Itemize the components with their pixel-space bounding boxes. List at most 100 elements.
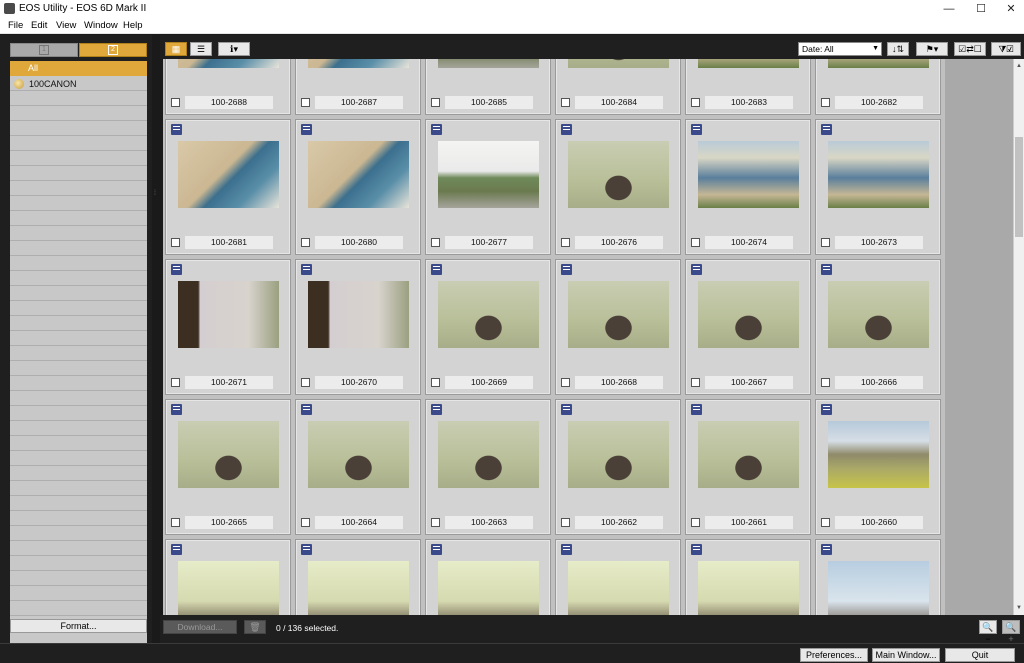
maximize-button[interactable]: ☐ [966, 0, 996, 18]
scrollbar-thumb[interactable] [1015, 137, 1023, 237]
thumbnail-cell[interactable]: 100-2674 [685, 119, 811, 255]
splitter-grip-icon[interactable]: ⁞ [154, 190, 158, 200]
thumbnail-cell[interactable]: 100-2688 [165, 59, 291, 115]
scroll-down-icon[interactable]: ▼ [1014, 603, 1024, 613]
trash-icon[interactable]: 🗑 [244, 620, 266, 634]
thumbnail-cell[interactable]: 100-2668 [555, 259, 681, 395]
thumbnail-checkbox[interactable] [821, 378, 830, 387]
thumbnail-checkbox[interactable] [691, 378, 700, 387]
card-slot-1-tab[interactable]: 1 [10, 43, 78, 57]
thumbnail-cell[interactable] [685, 539, 811, 615]
thumbnail-cell[interactable]: 100-2664 [295, 399, 421, 535]
thumbnail-cell[interactable]: 100-2687 [295, 59, 421, 115]
thumbnail-image[interactable] [438, 141, 539, 208]
thumbnail-image[interactable] [308, 59, 409, 68]
thumbnail-checkbox[interactable] [691, 238, 700, 247]
thumbnail-checkbox[interactable] [171, 238, 180, 247]
thumbnail-cell[interactable] [295, 539, 421, 615]
vertical-scrollbar[interactable]: ▲ ▼ [1013, 59, 1024, 615]
thumbnail-cell[interactable] [165, 539, 291, 615]
thumbnail-image[interactable] [568, 421, 669, 488]
info-button[interactable]: ℹ▾ [218, 42, 250, 56]
thumbnail-image[interactable] [568, 281, 669, 348]
thumbnail-image[interactable] [308, 141, 409, 208]
menu-view[interactable]: View [56, 20, 76, 31]
thumbnail-cell[interactable]: 100-2682 [815, 59, 941, 115]
zoom-in-icon[interactable]: 🔍+ [1002, 620, 1020, 644]
thumbnail-cell[interactable]: 100-2673 [815, 119, 941, 255]
folder-100canon[interactable]: 100CANON [10, 77, 147, 92]
thumbnail-image[interactable] [178, 281, 279, 348]
thumbnail-checkbox[interactable] [171, 518, 180, 527]
thumbnail-image[interactable] [698, 281, 799, 348]
thumbnail-image[interactable] [828, 59, 929, 68]
thumbnail-cell[interactable]: 100-2676 [555, 119, 681, 255]
zoom-out-icon[interactable]: 🔍− [979, 620, 997, 644]
thumbnail-checkbox[interactable] [301, 518, 310, 527]
thumbnail-image[interactable] [438, 281, 539, 348]
filter-button[interactable]: ⧩☑ [991, 42, 1021, 56]
thumbnail-cell[interactable]: 100-2662 [555, 399, 681, 535]
close-button[interactable]: ✕ [996, 0, 1024, 18]
thumbnail-cell[interactable]: 100-2666 [815, 259, 941, 395]
thumbnail-cell[interactable]: 100-2681 [165, 119, 291, 255]
thumbnail-image[interactable] [178, 561, 279, 615]
download-button[interactable]: Download... [163, 620, 237, 634]
thumbnail-image[interactable] [438, 59, 539, 68]
thumbnail-checkbox[interactable] [561, 238, 570, 247]
thumbnail-checkbox[interactable] [301, 378, 310, 387]
thumbnail-checkbox[interactable] [821, 98, 830, 107]
sort-select[interactable]: Date: All ▼ [798, 42, 882, 56]
thumbnail-image[interactable] [698, 561, 799, 615]
thumbnail-checkbox[interactable] [171, 378, 180, 387]
thumbnail-checkbox[interactable] [691, 518, 700, 527]
thumbnail-checkbox[interactable] [301, 98, 310, 107]
thumbnail-cell[interactable]: 100-2685 [425, 59, 551, 115]
thumbnail-cell[interactable]: 100-2683 [685, 59, 811, 115]
thumbnail-image[interactable] [178, 59, 279, 68]
thumbnail-cell[interactable]: 100-2677 [425, 119, 551, 255]
menu-edit[interactable]: Edit [31, 20, 47, 31]
thumbnail-image[interactable] [828, 421, 929, 488]
thumbnail-cell[interactable]: 100-2667 [685, 259, 811, 395]
thumbnail-checkbox[interactable] [431, 98, 440, 107]
thumbnail-checkbox[interactable] [301, 238, 310, 247]
quit-button[interactable]: Quit [945, 648, 1015, 662]
thumbnail-image[interactable] [178, 141, 279, 208]
format-button[interactable]: Format... [10, 619, 147, 633]
thumbnail-image[interactable] [308, 561, 409, 615]
menu-window[interactable]: Window [84, 20, 118, 31]
thumbnail-cell[interactable]: 100-2684 [555, 59, 681, 115]
thumbnail-image[interactable] [438, 421, 539, 488]
thumbnail-cell[interactable]: 100-2663 [425, 399, 551, 535]
sort-order-button[interactable]: ↓⇅ [887, 42, 909, 56]
thumbnail-cell[interactable]: 100-2660 [815, 399, 941, 535]
thumbnail-image[interactable] [178, 421, 279, 488]
thumbnail-checkbox[interactable] [171, 98, 180, 107]
thumbnail-image[interactable] [308, 281, 409, 348]
main-window-button[interactable]: Main Window... [872, 648, 940, 662]
list-view-button[interactable]: ☰ [190, 42, 212, 56]
thumbnail-checkbox[interactable] [431, 378, 440, 387]
thumbnail-image[interactable] [828, 281, 929, 348]
thumbnail-cell[interactable]: 100-2671 [165, 259, 291, 395]
thumbnail-cell[interactable]: 100-2665 [165, 399, 291, 535]
thumbnail-checkbox[interactable] [561, 378, 570, 387]
folder-all[interactable]: All [10, 61, 147, 76]
card-slot-2-tab[interactable]: 2 [79, 43, 147, 57]
thumbnail-checkbox[interactable] [431, 238, 440, 247]
thumbnail-checkbox[interactable] [691, 98, 700, 107]
scroll-up-icon[interactable]: ▲ [1014, 61, 1024, 71]
thumbnail-image[interactable] [308, 421, 409, 488]
thumbnail-image[interactable] [698, 59, 799, 68]
thumbnail-image[interactable] [828, 141, 929, 208]
minimize-button[interactable]: — [934, 0, 964, 18]
thumbnail-checkbox[interactable] [431, 518, 440, 527]
thumbnail-cell[interactable]: 100-2661 [685, 399, 811, 535]
thumbnail-checkbox[interactable] [821, 238, 830, 247]
preferences-button[interactable]: Preferences... [800, 648, 868, 662]
thumbnail-checkbox[interactable] [561, 518, 570, 527]
thumbnail-cell[interactable] [815, 539, 941, 615]
thumbnail-image[interactable] [698, 421, 799, 488]
thumbnail-cell[interactable] [425, 539, 551, 615]
